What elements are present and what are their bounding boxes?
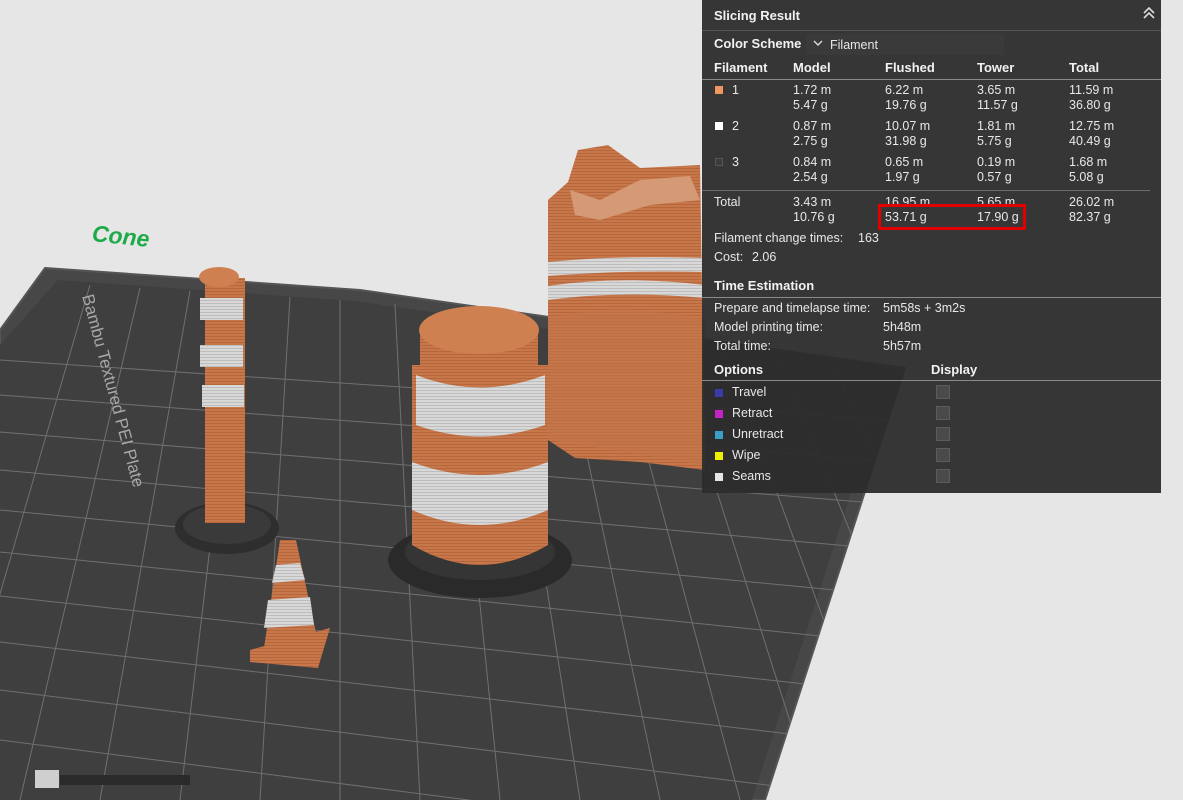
travel-display-checkbox[interactable] xyxy=(936,385,950,399)
filament-change-value: 163 xyxy=(858,231,879,245)
cell-value: 16.95 m xyxy=(885,195,931,209)
cell-value: 40.49 g xyxy=(1069,134,1111,148)
cell-value: 3.43 m xyxy=(793,195,832,209)
cell-value: 11.59 m xyxy=(1069,83,1114,97)
cell-value: 19.76 g xyxy=(885,98,927,112)
time-label: Model printing time: xyxy=(714,320,824,334)
cell-value: 1.97 g xyxy=(885,170,920,184)
flushed-total-weight: 53.71 g xyxy=(885,210,927,224)
cell-value: 10.07 m xyxy=(885,119,931,133)
cell-value: 2.54 g xyxy=(793,170,828,184)
cell-value: 1.72 m xyxy=(793,83,832,97)
cell-value: 0.65 m xyxy=(885,155,924,169)
cell-value: 82.37 g xyxy=(1069,210,1111,224)
time-value: 5h48m xyxy=(883,320,922,334)
cell-value: 1.81 m xyxy=(977,119,1016,133)
filament-id: 1 xyxy=(732,83,739,97)
chevron-down-icon xyxy=(812,36,824,53)
option-label: Travel xyxy=(732,385,767,399)
filament-id: 2 xyxy=(732,119,739,133)
cost-value: 2.06 xyxy=(752,250,777,264)
unretract-swatch xyxy=(715,431,723,439)
cell-value: 6.22 m xyxy=(885,83,924,97)
retract-display-checkbox[interactable] xyxy=(936,406,950,420)
cell-value: 0.87 m xyxy=(793,119,832,133)
color-scheme-value: Filament xyxy=(830,38,878,52)
col-header-tower: Tower xyxy=(977,60,1015,75)
col-header-filament: Filament xyxy=(714,60,768,75)
color-scheme-dropdown[interactable]: Filament xyxy=(806,34,1004,55)
wipe-display-checkbox[interactable] xyxy=(936,448,950,462)
option-label: Seams xyxy=(732,469,771,483)
col-header-total: Total xyxy=(1069,60,1100,75)
options-header: Options xyxy=(714,362,764,377)
cell-value: 2.75 g xyxy=(793,134,828,148)
cell-value: 31.98 g xyxy=(885,134,927,148)
double-chevron-up-icon[interactable] xyxy=(1142,5,1156,21)
travel-swatch xyxy=(715,389,723,397)
filament-change-label: Filament change times: xyxy=(714,231,844,245)
wipe-swatch xyxy=(715,452,723,460)
cell-value: 3.65 m xyxy=(977,83,1016,97)
cell-value: 0.19 m xyxy=(977,155,1016,169)
cost-label: Cost: xyxy=(714,250,744,264)
cell-value: 5.08 g xyxy=(1069,170,1104,184)
cell-value: 12.75 m xyxy=(1069,119,1115,133)
option-label: Retract xyxy=(732,406,773,420)
retract-swatch xyxy=(715,410,723,418)
tower-total-weight: 17.90 g xyxy=(977,210,1019,224)
color-scheme-label: Color Scheme xyxy=(714,36,802,51)
option-label: Wipe xyxy=(732,448,761,462)
prime-tower[interactable] xyxy=(548,145,705,470)
time-value: 5m58s + 3m2s xyxy=(883,301,966,315)
time-label: Total time: xyxy=(714,339,771,353)
cell-value: 5.65 m xyxy=(977,195,1016,209)
time-value: 5h57m xyxy=(883,339,922,353)
cell-value: 0.84 m xyxy=(793,155,832,169)
filament-3-swatch xyxy=(715,158,723,166)
cell-value: 0.57 g xyxy=(977,170,1012,184)
cell-value: 36.80 g xyxy=(1069,98,1111,112)
cell-value: 11.57 g xyxy=(977,98,1018,112)
option-label: Unretract xyxy=(732,427,784,441)
slicing-result-panel: Slicing Result Color Scheme Filament Fil… xyxy=(702,0,1161,493)
cell-value: 26.02 m xyxy=(1069,195,1115,209)
cell-value: 10.76 g xyxy=(793,210,835,224)
time-label: Prepare and timelapse time: xyxy=(714,301,871,315)
total-label: Total xyxy=(714,195,741,209)
col-header-model: Model xyxy=(793,60,831,75)
col-header-flushed: Flushed xyxy=(885,60,935,75)
display-header: Display xyxy=(931,362,978,377)
filament-id: 3 xyxy=(732,155,739,169)
time-estimation-title: Time Estimation xyxy=(714,278,815,293)
panel-title: Slicing Result xyxy=(714,8,800,23)
cell-value: 1.68 m xyxy=(1069,155,1108,169)
filament-1-swatch xyxy=(715,86,723,94)
filament-2-swatch xyxy=(715,122,723,130)
cell-value: 5.47 g xyxy=(793,98,828,112)
cell-value: 5.75 g xyxy=(977,134,1012,148)
seams-display-checkbox[interactable] xyxy=(936,469,950,483)
seams-swatch xyxy=(715,473,723,481)
unretract-display-checkbox[interactable] xyxy=(936,427,950,441)
